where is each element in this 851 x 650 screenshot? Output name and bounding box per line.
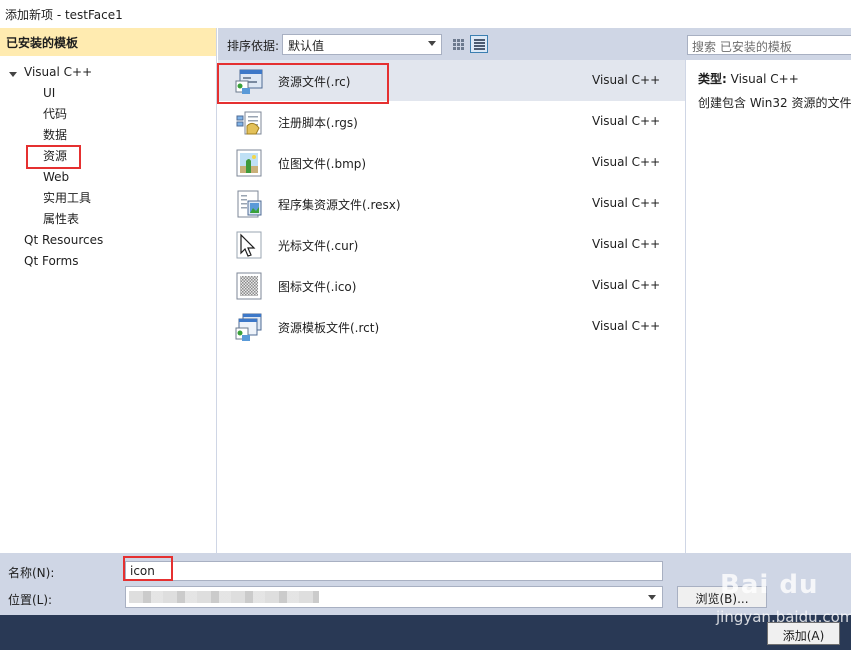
icon-file-icon [236,272,262,300]
tree-item-ui[interactable]: UI [43,83,55,104]
tree-item-visual-cpp[interactable]: Visual C++ [24,62,92,83]
tree-item-property-sheet[interactable]: 属性表 [43,209,79,230]
dialog-footer: 添加(A) [0,615,851,650]
add-button[interactable]: 添加(A) [767,622,840,645]
type-label: 类型: [698,72,727,86]
tree-item-qt-resources[interactable]: Qt Resources [24,230,103,251]
tree-item-web[interactable]: Web [43,167,69,188]
expand-arrow-icon[interactable] [9,72,17,77]
installed-templates-header: 已安装的模板 [0,28,216,56]
template-item-cursor-file[interactable]: 光标文件(.cur) Visual C++ [218,224,685,265]
template-item-name: 资源文件(.rc) [278,75,351,89]
search-toolbar: 搜索 已安装的模板 [686,28,851,60]
name-input[interactable]: icon [125,561,663,581]
sort-toolbar: 排序依据: 默认值 [218,28,685,60]
template-item-language: Visual C++ [592,319,661,333]
sort-dropdown[interactable]: 默认值 [282,34,442,55]
list-view-icon [474,39,485,50]
bitmap-file-icon [236,149,262,177]
template-item-bitmap-file[interactable]: 位图文件(.bmp) Visual C++ [218,142,685,183]
assembly-resource-icon [237,190,262,218]
template-description: 创建包含 Win32 资源的文件 [698,96,851,110]
template-item-resource-template[interactable]: 资源模板文件(.rct) Visual C++ [218,306,685,347]
tree-item-utility[interactable]: 实用工具 [43,188,91,209]
template-item-resource-file[interactable]: 资源文件(.rc) Visual C++ [218,60,685,101]
sort-value: 默认值 [288,39,325,53]
resource-template-icon [235,313,262,341]
template-list-panel: 排序依据: 默认值 资源文件(.rc) Visual C++ 注册脚本(.rgs… [218,28,685,553]
template-item-language: Visual C++ [592,73,661,87]
template-item-language: Visual C++ [592,196,661,210]
chevron-down-icon[interactable] [648,595,656,600]
chevron-down-icon [428,41,436,46]
tree-item-data[interactable]: 数据 [43,125,67,146]
sort-label: 排序依据: [227,39,280,53]
template-item-name: 图标文件(.ico) [278,280,357,294]
tree-item-qt-forms[interactable]: Qt Forms [24,251,78,272]
template-category-panel: 已安装的模板 Visual C++ UI 代码 数据 资源 Web 实用工具 属… [0,28,217,553]
window-title: 添加新项 - testFace1 [0,0,851,28]
template-item-language: Visual C++ [592,155,661,169]
template-item-name: 位图文件(.bmp) [278,157,367,171]
type-value: Visual C++ [730,72,799,86]
browse-button[interactable]: 浏览(B)... [677,586,767,608]
template-item-name: 注册脚本(.rgs) [278,116,358,130]
template-item-registry-script[interactable]: 注册脚本(.rgs) Visual C++ [218,101,685,142]
resource-file-icon [235,69,263,94]
small-icons-view-button[interactable] [449,35,467,53]
template-details-panel: 搜索 已安装的模板 类型: Visual C++ 创建包含 Win32 资源的文… [685,28,851,553]
template-item-name: 资源模板文件(.rct) [278,321,380,335]
location-combobox[interactable] [125,586,663,608]
template-item-language: Visual C++ [592,114,661,128]
template-item-language: Visual C++ [592,278,661,292]
template-item-assembly-resource[interactable]: 程序集资源文件(.resx) Visual C++ [218,183,685,224]
template-item-language: Visual C++ [592,237,661,251]
template-item-name: 程序集资源文件(.resx) [278,198,401,212]
location-label: 位置(L): [8,593,53,607]
list-view-button[interactable] [470,35,488,53]
registry-script-icon [236,111,262,135]
tree-item-resource[interactable]: 资源 [43,146,67,167]
location-path-redacted [129,591,319,603]
tree-item-code[interactable]: 代码 [43,104,67,125]
template-item-icon-file[interactable]: 图标文件(.ico) Visual C++ [218,265,685,306]
template-item-name: 光标文件(.cur) [278,239,359,253]
file-options-area: 名称(N): icon 位置(L): 浏览(B)... [0,553,851,615]
search-installed-templates-input[interactable]: 搜索 已安装的模板 [687,35,851,55]
name-label: 名称(N): [8,566,55,580]
cursor-file-icon [236,231,262,259]
small-icons-icon [453,39,464,50]
template-type: 类型: Visual C++ [698,70,799,87]
